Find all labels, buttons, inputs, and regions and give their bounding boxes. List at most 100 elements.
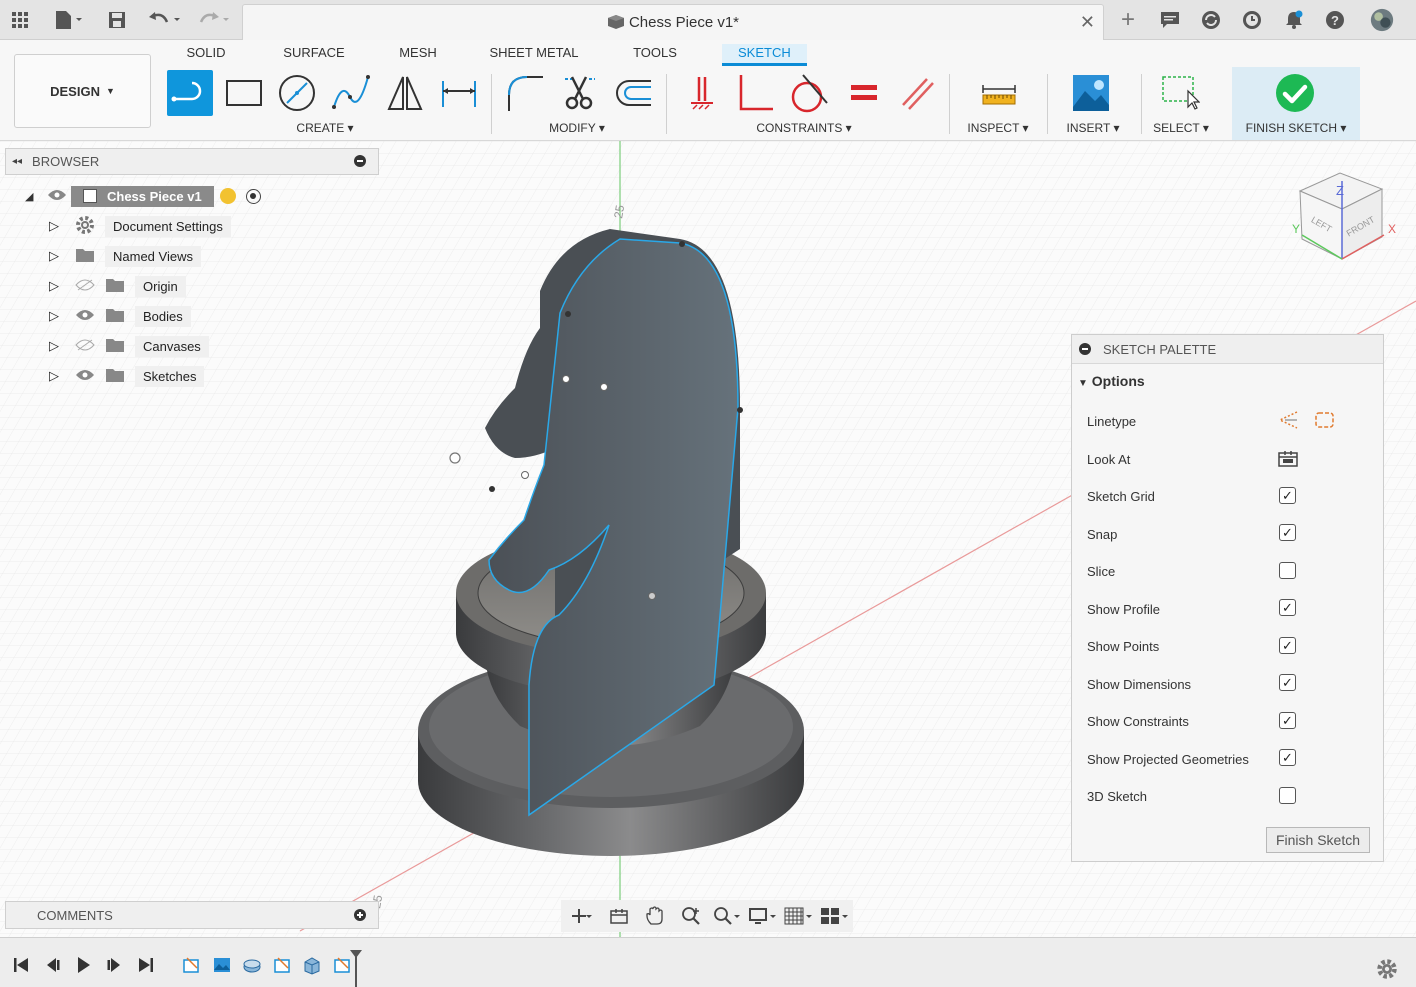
browser-minus-icon[interactable] xyxy=(354,155,366,167)
browser-item-named-views[interactable]: ▷ Named Views xyxy=(49,243,201,269)
go-to-start-icon[interactable] xyxy=(10,954,32,976)
3d-sketch-checkbox[interactable] xyxy=(1279,787,1296,804)
play-icon[interactable] xyxy=(72,954,94,976)
tab-mesh[interactable]: MESH xyxy=(393,44,443,66)
zoom-icon[interactable] xyxy=(675,903,707,929)
coincident-constraint-button[interactable] xyxy=(678,70,724,116)
timeline-feature-extrude-icon[interactable] xyxy=(301,954,323,976)
show-dimensions-checkbox[interactable]: ✓ xyxy=(1279,674,1296,691)
timeline-settings-gear-icon[interactable] xyxy=(1376,958,1398,983)
tab-sketch[interactable]: SKETCH xyxy=(722,44,807,66)
look-at-nav-icon[interactable] xyxy=(603,903,635,929)
browser-item-canvases[interactable]: ▷ Canvases xyxy=(49,333,209,359)
sketch-point[interactable] xyxy=(449,452,461,464)
timeline-feature-sketch2-icon[interactable] xyxy=(271,954,293,976)
equal-constraint-button[interactable] xyxy=(840,70,886,116)
slice-checkbox[interactable] xyxy=(1279,562,1296,579)
browser-item-document-settings[interactable]: ▷ Document Settings xyxy=(49,213,231,239)
tab-tools[interactable]: TOOLS xyxy=(627,44,683,66)
user-avatar[interactable] xyxy=(1370,8,1394,32)
select-menu[interactable]: SELECT ▾ xyxy=(1146,121,1216,135)
go-to-end-icon[interactable] xyxy=(135,954,157,976)
timeline-feature-revolve-icon[interactable] xyxy=(241,954,263,976)
rectangle-tool-button[interactable] xyxy=(221,70,267,116)
tab-surface[interactable]: SURFACE xyxy=(280,44,348,66)
browser-item-bodies[interactable]: ▷ Bodies xyxy=(49,303,191,329)
expand-triangle-icon[interactable]: ▷ xyxy=(49,218,75,234)
show-points-checkbox[interactable]: ✓ xyxy=(1279,637,1296,654)
dimension-tool-button[interactable] xyxy=(436,70,482,116)
expand-triangle-icon[interactable]: ▷ xyxy=(49,308,75,324)
mirror-tool-button[interactable] xyxy=(382,70,428,116)
show-profile-checkbox[interactable]: ✓ xyxy=(1279,599,1296,616)
timeline-marker[interactable] xyxy=(350,950,362,987)
new-tab-icon[interactable]: + xyxy=(1116,6,1140,33)
circle-tool-button[interactable] xyxy=(274,70,320,116)
eye-icon[interactable] xyxy=(75,309,105,324)
sketch-point[interactable] xyxy=(562,375,570,383)
show-constraints-checkbox[interactable]: ✓ xyxy=(1279,712,1296,729)
workspace-switcher-button[interactable]: DESIGN ▼ xyxy=(14,54,151,128)
sketch-point[interactable] xyxy=(565,311,571,317)
apps-grid-icon[interactable] xyxy=(8,8,32,32)
snap-checkbox[interactable]: ✓ xyxy=(1279,524,1296,541)
help-icon[interactable]: ? xyxy=(1323,8,1347,32)
sketch-point[interactable] xyxy=(648,592,656,600)
document-tab[interactable]: Chess Piece v1* ✕ xyxy=(242,4,1104,40)
trim-tool-button[interactable] xyxy=(556,70,602,116)
spline-tool-button[interactable] xyxy=(328,70,374,116)
tangent-constraint-button[interactable] xyxy=(786,70,832,116)
eye-hidden-icon[interactable] xyxy=(75,339,105,354)
show-projected-geometries-checkbox[interactable]: ✓ xyxy=(1279,749,1296,766)
step-forward-icon[interactable] xyxy=(103,954,125,976)
version-badge-icon[interactable] xyxy=(219,188,236,204)
eye-icon[interactable] xyxy=(75,369,105,384)
sync-icon[interactable] xyxy=(1199,8,1223,32)
sketch-point[interactable] xyxy=(489,486,495,492)
inspect-menu[interactable]: INSPECT ▾ xyxy=(958,121,1038,135)
finish-sketch-button[interactable]: Finish Sketch xyxy=(1266,827,1370,853)
undo-icon[interactable] xyxy=(146,8,186,32)
insert-menu[interactable]: INSERT ▾ xyxy=(1058,121,1128,135)
add-comment-icon[interactable] xyxy=(354,909,366,921)
save-icon[interactable] xyxy=(105,8,129,32)
measure-tool-button[interactable] xyxy=(976,70,1022,116)
viewports-icon[interactable] xyxy=(819,903,851,929)
comments-panel[interactable]: COMMENTS xyxy=(5,901,379,929)
browser-item-origin[interactable]: ▷ Origin xyxy=(49,273,186,299)
insert-image-button[interactable] xyxy=(1068,70,1114,116)
grid-snaps-icon[interactable] xyxy=(783,903,815,929)
perpendicular-constraint-button[interactable] xyxy=(732,70,778,116)
expand-triangle-icon[interactable]: ▷ xyxy=(49,278,75,294)
browser-root-row[interactable]: ◢ Chess Piece v1 xyxy=(25,183,261,209)
activate-radio-icon[interactable] xyxy=(245,188,261,204)
fillet-tool-button[interactable] xyxy=(502,70,548,116)
window-select-button[interactable] xyxy=(1157,70,1203,116)
close-tab-icon[interactable]: ✕ xyxy=(1080,12,1095,33)
eye-icon[interactable] xyxy=(43,189,71,204)
sketch-point[interactable] xyxy=(521,471,529,479)
parallel-constraint-button[interactable] xyxy=(894,70,940,116)
finish-sketch-menu[interactable]: FINISH SKETCH ▾ xyxy=(1232,121,1360,135)
collapse-browser-icon[interactable]: ◂◂ xyxy=(12,156,22,167)
eye-hidden-icon[interactable] xyxy=(75,279,105,294)
pan-hand-icon[interactable] xyxy=(639,903,671,929)
orbit-icon[interactable] xyxy=(567,903,599,929)
step-back-icon[interactable] xyxy=(42,954,64,976)
expand-triangle-icon[interactable]: ▷ xyxy=(49,338,75,354)
expand-triangle-icon[interactable]: ◢ xyxy=(25,190,43,203)
timeline-feature-sketch-icon[interactable] xyxy=(180,954,202,976)
job-status-icon[interactable] xyxy=(1240,8,1264,32)
sketch-point[interactable] xyxy=(600,383,608,391)
offset-tool-button[interactable] xyxy=(610,70,656,116)
sketch-point[interactable] xyxy=(679,241,685,247)
notification-icon[interactable] xyxy=(1282,8,1306,32)
redo-icon[interactable] xyxy=(194,8,234,32)
tab-sheet-metal[interactable]: SHEET METAL xyxy=(488,44,580,66)
sketch-grid-checkbox[interactable]: ✓ xyxy=(1279,487,1296,504)
finish-sketch-check-icon[interactable] xyxy=(1275,73,1315,116)
browser-root-label[interactable]: Chess Piece v1 xyxy=(71,185,214,207)
timeline-feature-canvas-icon[interactable] xyxy=(211,954,233,976)
expand-triangle-icon[interactable]: ▷ xyxy=(49,248,75,264)
construction-linetype-icon[interactable] xyxy=(1277,410,1299,433)
